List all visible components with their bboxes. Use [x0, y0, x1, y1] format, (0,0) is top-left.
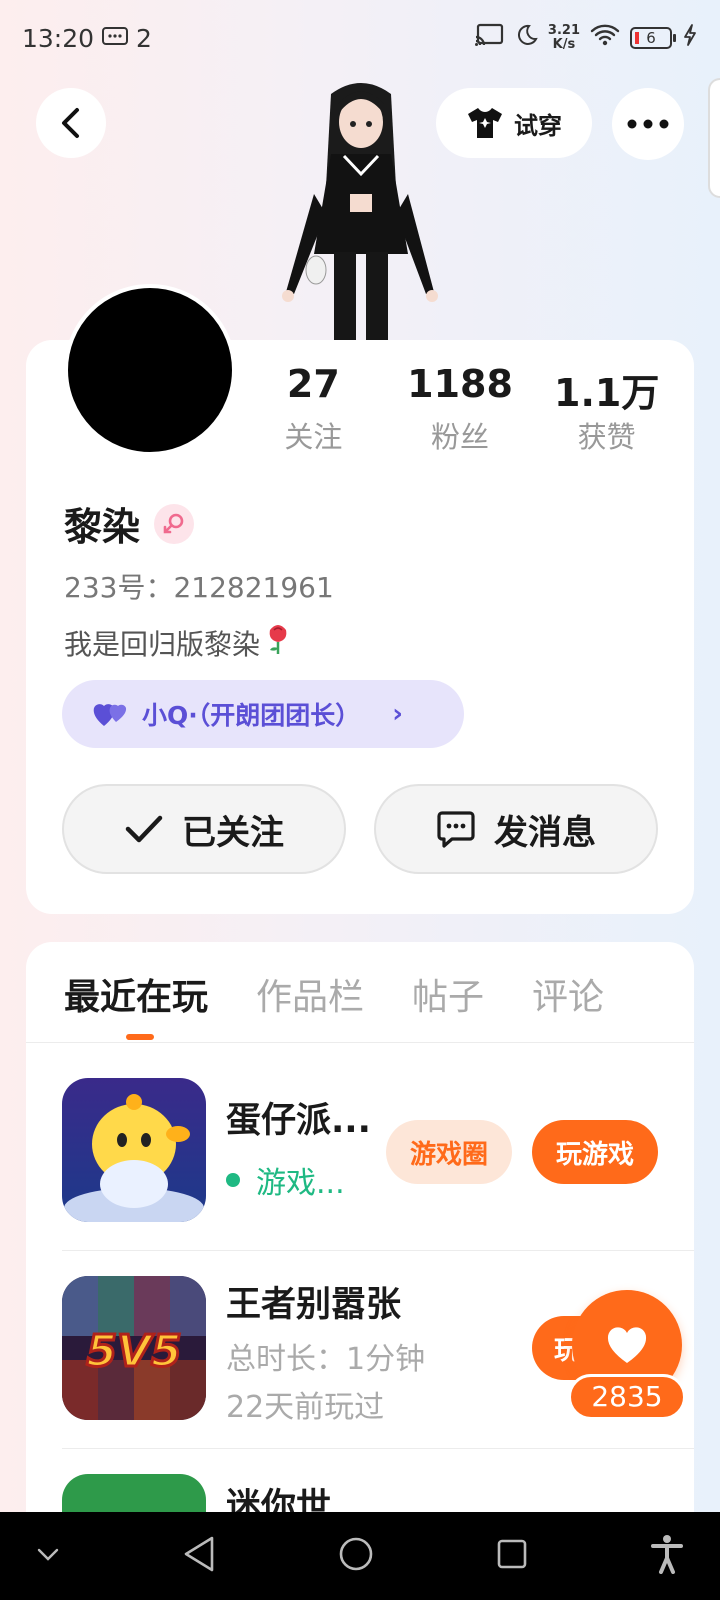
more-options-button[interactable]	[612, 88, 684, 160]
tab-posts[interactable]: 帖子	[412, 968, 484, 1020]
bio: 我是回归版黎染	[64, 622, 292, 663]
cast-icon	[474, 23, 504, 53]
following-label: 已关注	[182, 812, 284, 853]
tshirt-icon	[468, 108, 502, 138]
female-gender-icon	[154, 503, 195, 544]
accessibility-icon	[651, 1535, 683, 1574]
tab-recently-played[interactable]: 最近在玩	[64, 968, 208, 1020]
hearts-icon	[93, 704, 127, 726]
status-left: 13:20 2	[22, 24, 152, 53]
row-divider	[62, 1250, 694, 1251]
home-nav-button[interactable]	[338, 1536, 374, 1576]
game-circle-button[interactable]: 游戏圈	[386, 1120, 512, 1184]
tab-divider	[26, 1042, 694, 1043]
heart-icon	[607, 1327, 647, 1363]
bio-text: 我是回归版黎染	[64, 627, 261, 661]
more-dots-icon	[627, 119, 669, 129]
checkmark-icon	[125, 815, 163, 843]
notification-count: 2	[136, 23, 152, 53]
back-button[interactable]	[36, 88, 106, 158]
stat-label: 关注	[284, 420, 343, 454]
chevron-down-icon	[37, 1548, 59, 1561]
mini-world-game-icon[interactable]	[62, 1474, 206, 1514]
row-divider	[62, 1448, 694, 1449]
moon-icon	[514, 23, 538, 53]
send-message-button[interactable]: 发消息	[374, 784, 658, 874]
recents-nav-button[interactable]	[496, 1538, 528, 1574]
avatar-3d-character	[282, 83, 438, 340]
play-game-button[interactable]: 玩游戏	[532, 1120, 658, 1184]
circle-home-icon	[339, 1537, 373, 1571]
stat-value: 1.1万	[554, 371, 660, 415]
wifi-icon	[590, 23, 620, 53]
system-nav-bar	[0, 1512, 720, 1600]
status-right: 3.21 K/s 6	[474, 23, 698, 53]
play-duration: 总时长：1分钟	[226, 1342, 426, 1377]
following-button[interactable]: 已关注	[62, 784, 346, 874]
eggy-party-game-icon[interactable]	[62, 1078, 206, 1222]
game-title: 王者别嚣张	[226, 1285, 402, 1325]
chevron-right-icon: ›	[392, 699, 403, 729]
stat-value: 1188	[407, 362, 513, 406]
back-nav-button[interactable]	[182, 1535, 216, 1577]
message-notification-icon	[102, 24, 129, 53]
battery-icon: 6	[630, 27, 676, 49]
game-row[interactable]: 蛋仔派... 游戏... 游戏圈 玩游戏	[62, 1078, 694, 1228]
chat-bubble-icon	[437, 811, 475, 848]
cp-tag-label: 小Q·（开朗团团长）	[142, 701, 361, 730]
svg-text:5V5: 5V5	[86, 1326, 181, 1377]
user-id: 233号：212821961	[64, 571, 334, 604]
status-bar: 13:20 2 3.21 K/s 6	[0, 0, 720, 76]
online-dot	[226, 1173, 240, 1187]
stat-following[interactable]: 27 关注	[240, 362, 387, 456]
nickname-row: 黎染	[64, 496, 195, 551]
last-played: 22天前玩过	[226, 1390, 385, 1425]
game-title: 迷你世	[226, 1487, 332, 1514]
charging-icon	[682, 23, 698, 53]
square-recents-icon	[497, 1539, 527, 1569]
accessibility-nav-button[interactable]	[650, 1534, 684, 1578]
game-title: 蛋仔派...	[226, 1101, 371, 1141]
game-row[interactable]: 迷你世	[62, 1474, 694, 1514]
online-status-text: 游戏...	[256, 1166, 345, 1201]
stat-label: 粉丝	[431, 420, 490, 454]
online-status: 游戏...	[226, 1158, 345, 1202]
side-drawer-handle[interactable]	[708, 78, 720, 198]
nickname: 黎染	[64, 505, 141, 549]
honor-of-kings-game-icon[interactable]: 5V5	[62, 1276, 206, 1420]
clock: 13:20	[22, 23, 95, 53]
triangle-back-icon	[184, 1536, 214, 1572]
like-count: 2835	[568, 1374, 686, 1420]
hide-nav-button[interactable]	[36, 1546, 60, 1566]
stat-followers[interactable]: 1188 粉丝	[387, 362, 534, 456]
send-message-label: 发消息	[494, 812, 596, 853]
tab-works[interactable]: 作品栏	[256, 968, 364, 1020]
cp-relationship-tag[interactable]: 小Q·（开朗团团长） ›	[62, 680, 464, 748]
try-on-label: 试穿	[514, 111, 562, 140]
stat-label: 获赞	[577, 420, 636, 454]
stat-value: 27	[286, 362, 340, 406]
profile-stats: 27 关注 1188 粉丝 1.1万 获赞	[240, 362, 680, 456]
rose-icon	[264, 622, 292, 663]
avatar[interactable]	[64, 284, 236, 456]
content-tabs: 最近在玩 作品栏 帖子 评论	[64, 968, 604, 1020]
stat-likes[interactable]: 1.1万 获赞	[533, 362, 680, 456]
chevron-left-icon	[62, 108, 79, 138]
tab-comments[interactable]: 评论	[532, 968, 604, 1020]
network-speed: 3.21 K/s	[547, 23, 580, 52]
try-on-button[interactable]: 试穿	[436, 88, 592, 158]
active-tab-indicator	[126, 1034, 154, 1040]
